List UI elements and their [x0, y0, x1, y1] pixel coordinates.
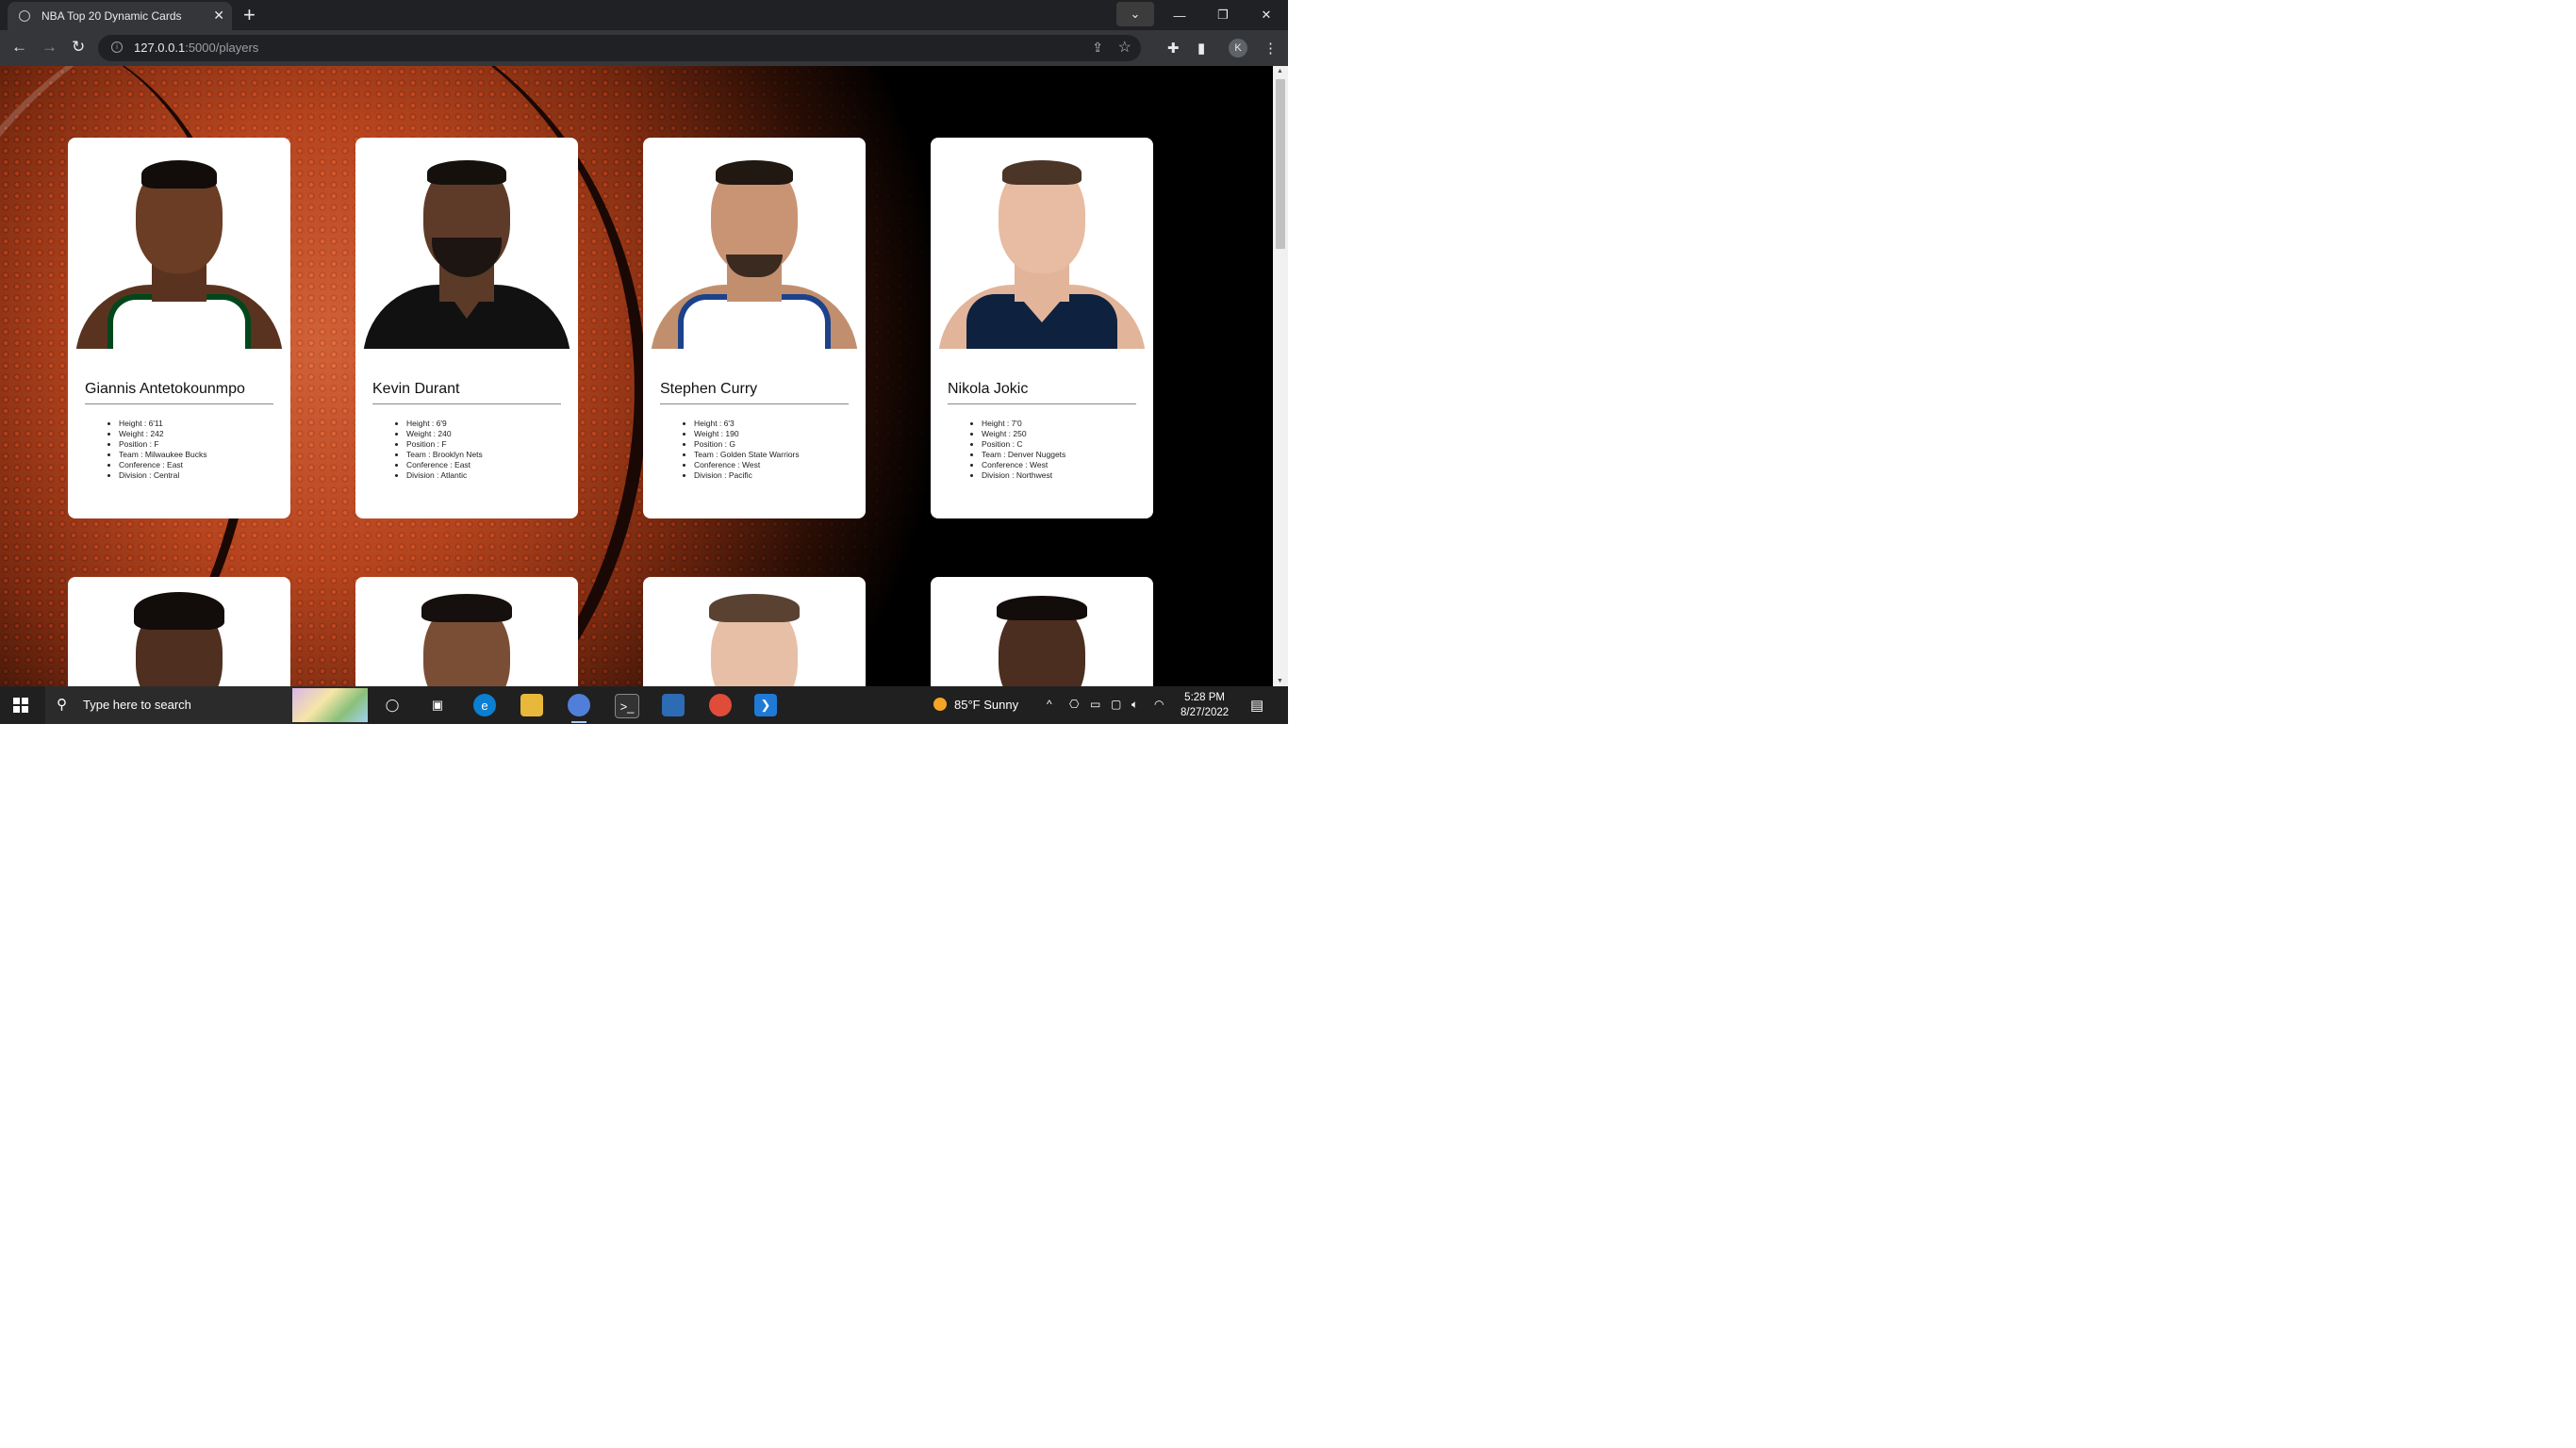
scroll-down-icon[interactable]: ▼: [1277, 678, 1283, 684]
clock-time: 5:28 PM: [1184, 692, 1225, 703]
bookmark-star-icon[interactable]: ☆: [1118, 38, 1131, 57]
photos-icon[interactable]: [662, 694, 685, 716]
screen: NBA Top 20 Dynamic Cards ✕ + ⌄ — ❐ ✕ ← →…: [0, 0, 1288, 724]
minimize-button[interactable]: —: [1158, 0, 1201, 30]
site-info-icon[interactable]: i: [111, 41, 123, 53]
cortana-icon[interactable]: ◯: [381, 694, 404, 716]
profile-avatar[interactable]: K: [1229, 39, 1247, 58]
extensions-icon[interactable]: ✚: [1167, 40, 1180, 57]
sun-icon: [933, 698, 947, 711]
tab-strip: NBA Top 20 Dynamic Cards ✕ + ⌄ — ❐ ✕: [0, 0, 1288, 30]
player-card[interactable]: Nikola Jokic Height : 7'0Weight : 250Pos…: [931, 138, 1153, 518]
reload-icon[interactable]: ↻: [72, 39, 85, 56]
network-drive-icon[interactable]: ⎔: [1069, 698, 1079, 711]
task-view-icon[interactable]: ▣: [426, 694, 449, 716]
search-highlight-art: [292, 688, 368, 722]
player-name: Giannis Antetokounmpo: [85, 381, 245, 397]
player-photo: [363, 583, 570, 686]
player-stats: Height : 7'0Weight : 250Position : C Tea…: [968, 419, 1065, 481]
divider: [948, 403, 1136, 404]
player-card[interactable]: [355, 577, 578, 686]
player-card[interactable]: [643, 577, 866, 686]
player-card[interactable]: Kevin Durant Height : 6'9Weight : 240Pos…: [355, 138, 578, 518]
page-viewport: Giannis Antetokounmpo Height : 6'11Weigh…: [0, 66, 1273, 686]
file-explorer-icon[interactable]: [520, 694, 543, 716]
divider: [85, 403, 273, 404]
player-photo: [651, 143, 858, 349]
player-photo: [75, 143, 283, 349]
player-name: Nikola Jokic: [948, 381, 1029, 397]
page-scrollbar[interactable]: ▲ ▼: [1273, 66, 1288, 686]
taskbar-search[interactable]: ⚲ Type here to search: [45, 686, 368, 724]
browser-tab[interactable]: NBA Top 20 Dynamic Cards ✕: [8, 2, 232, 30]
divider: [660, 403, 849, 404]
terminal-icon[interactable]: >_: [615, 694, 639, 718]
window-controls: ⌄ — ❐ ✕: [1116, 0, 1288, 30]
edge-icon[interactable]: e: [473, 694, 496, 716]
clock[interactable]: 5:28 PM 8/27/2022: [1181, 690, 1229, 720]
player-card[interactable]: [68, 577, 290, 686]
player-photo: [363, 143, 570, 349]
side-panel-icon[interactable]: ▮: [1197, 40, 1205, 57]
close-window-button[interactable]: ✕: [1245, 0, 1288, 30]
player-name: Kevin Durant: [372, 381, 460, 397]
menu-kebab-icon[interactable]: ⋮: [1263, 40, 1278, 57]
player-name: Stephen Curry: [660, 381, 758, 397]
weather-widget[interactable]: 85°F Sunny: [933, 698, 1018, 712]
scroll-thumb[interactable]: [1276, 79, 1285, 249]
player-photo: [651, 583, 858, 686]
scroll-up-icon[interactable]: ▲: [1277, 68, 1283, 74]
address-bar[interactable]: i 127.0.0.1:5000/players ⇪ ☆: [98, 35, 1141, 61]
player-photo: [938, 583, 1146, 686]
new-tab-button[interactable]: +: [243, 3, 256, 27]
windows-start-icon[interactable]: [13, 698, 28, 713]
tray-chevron-icon[interactable]: ^: [1047, 698, 1052, 711]
player-card[interactable]: Giannis Antetokounmpo Height : 6'11Weigh…: [68, 138, 290, 518]
globe-icon: [19, 10, 30, 22]
clock-date: 8/27/2022: [1181, 707, 1230, 718]
divider: [372, 403, 561, 404]
back-icon[interactable]: ←: [11, 39, 27, 56]
player-photo: [938, 143, 1146, 349]
tab-search-icon[interactable]: ⌄: [1116, 2, 1154, 26]
player-stats: Height : 6'11Weight : 242Position : F Te…: [106, 419, 207, 481]
chrome-icon[interactable]: [568, 694, 590, 723]
battery-icon[interactable]: ▭: [1090, 698, 1100, 711]
url-text[interactable]: 127.0.0.1:5000/players: [134, 41, 258, 55]
player-card[interactable]: Stephen Curry Height : 6'3Weight : 190Po…: [643, 138, 866, 518]
tab-title: NBA Top 20 Dynamic Cards: [41, 9, 182, 23]
forward-icon[interactable]: →: [41, 39, 58, 56]
player-card[interactable]: [931, 577, 1153, 686]
browser-toolbar: ← → ↻ i 127.0.0.1:5000/players ⇪ ☆ ✚ ▮ K…: [0, 30, 1288, 66]
display-icon[interactable]: ▢: [1111, 698, 1121, 711]
volume-icon[interactable]: 🔈︎: [1131, 698, 1138, 712]
share-icon[interactable]: ⇪: [1092, 40, 1103, 56]
chrome-alt-icon[interactable]: [709, 694, 732, 716]
player-stats: Height : 6'9Weight : 240Position : F Tea…: [393, 419, 483, 481]
notifications-icon[interactable]: ▤: [1250, 697, 1263, 714]
close-tab-icon[interactable]: ✕: [213, 8, 224, 24]
restore-button[interactable]: ❐: [1201, 0, 1245, 30]
search-icon: ⚲: [57, 697, 67, 713]
taskbar: ⚲ Type here to search ◯ ▣ e >_ ❯ 85°F Su…: [0, 686, 1288, 724]
player-stats: Height : 6'3Weight : 190Position : G Tea…: [681, 419, 800, 481]
wifi-icon[interactable]: ◠: [1154, 698, 1164, 711]
player-photo: [75, 583, 283, 686]
vscode-icon[interactable]: ❯: [754, 694, 777, 716]
search-placeholder: Type here to search: [83, 698, 191, 712]
